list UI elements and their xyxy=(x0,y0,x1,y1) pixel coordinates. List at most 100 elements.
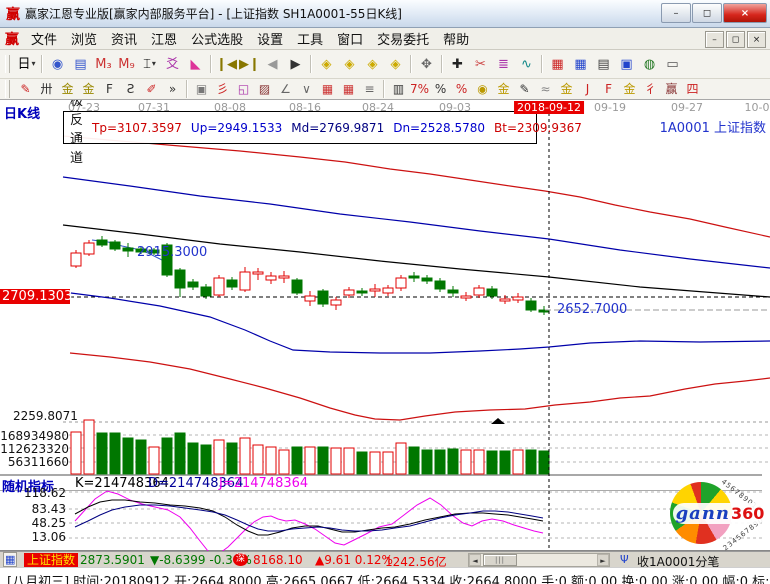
toolbar-grip[interactable] xyxy=(5,55,10,73)
last-page-icon[interactable]: ▶❙ xyxy=(238,54,261,74)
f-grid-icon[interactable]: F xyxy=(99,81,120,98)
scissors-icon[interactable]: ✂ xyxy=(469,54,492,74)
shenzhen-icon[interactable]: 深 xyxy=(233,553,248,566)
h-expand-icon[interactable]: ◈ xyxy=(361,54,384,74)
box-tool-icon[interactable]: ▣ xyxy=(191,81,212,98)
ribbon-icon[interactable]: ≣ xyxy=(492,54,515,74)
fan-lines-icon[interactable]: 彡 xyxy=(212,81,233,98)
axis-date-label: 09-27 xyxy=(671,101,703,114)
menu-item-1[interactable]: 浏览 xyxy=(64,28,104,49)
more-tools-chevron[interactable]: » xyxy=(162,81,183,98)
angle-lines-icon[interactable]: ∠ xyxy=(275,81,296,98)
color-chart-icon[interactable]: ◣ xyxy=(184,54,207,74)
gold-grid-icon[interactable]: 金 xyxy=(57,81,78,98)
status-bar: ▦ 上证指数 2873.5901 ▼-8.6399 -0.30% 深 8168.… xyxy=(0,551,770,567)
horizontal-scrollbar[interactable]: ◄ ||| ► xyxy=(468,553,610,567)
quote-table-icon[interactable]: ▦ xyxy=(3,552,17,567)
first-page-icon[interactable]: ❙◀ xyxy=(215,54,238,74)
zoom-out-icon[interactable]: ◈ xyxy=(315,54,338,74)
sz-index-change: ▲9.61 0.12% xyxy=(315,553,393,567)
measure-icon[interactable]: ▥ xyxy=(388,81,409,98)
print-icon[interactable]: ▭ xyxy=(661,54,684,74)
f-angle-icon[interactable]: F xyxy=(598,81,619,98)
grid-tool-icon[interactable]: 卅 xyxy=(36,81,57,98)
sh-index-price: 2873.5901 xyxy=(80,553,145,567)
window-minimize-button[interactable]: – xyxy=(661,3,691,23)
info-list-icon[interactable]: ▤ xyxy=(69,54,92,74)
calendar-icon[interactable]: ▦ xyxy=(546,54,569,74)
hand-tool-icon[interactable]: ✥ xyxy=(415,54,438,74)
gann360-logo: 456789012 234567890 gann360 xyxy=(670,482,768,546)
brush-icon[interactable]: ✎ xyxy=(15,81,36,98)
menu-item-5[interactable]: 设置 xyxy=(250,28,290,49)
scroll-thumb[interactable]: ||| xyxy=(483,554,517,566)
crosshair-tool-icon[interactable]: ✚ xyxy=(446,54,469,74)
window-restore-button[interactable]: ◻ xyxy=(692,3,722,23)
brush-ruler-icon[interactable]: ✐ xyxy=(141,81,162,98)
mdi-minimize-button[interactable]: – xyxy=(705,31,724,48)
full-expand-icon[interactable]: ◈ xyxy=(384,54,407,74)
gold-circle-icon[interactable]: ◉ xyxy=(472,81,493,98)
zoom-in-icon[interactable]: ◈ xyxy=(338,54,361,74)
gold-lines-icon[interactable]: 金 xyxy=(493,81,514,98)
curve-icon[interactable]: ∿ xyxy=(515,54,538,74)
index-badge[interactable]: 上证指数 xyxy=(24,553,78,567)
grid-arrow-icon[interactable]: ▦ xyxy=(338,81,359,98)
menu-item-0[interactable]: 文件 xyxy=(24,28,64,49)
indicator-style-icon[interactable]: 爻 xyxy=(161,54,184,74)
pen-2-icon[interactable]: ✎ xyxy=(514,81,535,98)
menu-item-9[interactable]: 帮助 xyxy=(436,28,476,49)
axis-date-label: 09-19 xyxy=(594,101,626,114)
mdi-restore-button[interactable]: ◻ xyxy=(726,31,745,48)
calculator-icon[interactable]: ▦ xyxy=(569,54,592,74)
percent-lines-icon[interactable]: % xyxy=(451,81,472,98)
menu-item-3[interactable]: 江恩 xyxy=(144,28,184,49)
scroll-left-arrow[interactable]: ◄ xyxy=(469,554,481,566)
kdj-scale-4: 13.06 xyxy=(32,530,66,544)
scroll-right-arrow[interactable]: ► xyxy=(597,554,609,566)
window-close-button[interactable]: × xyxy=(723,3,767,23)
menu-item-8[interactable]: 交易委托 xyxy=(370,28,436,49)
red-grid-icon[interactable]: ▦ xyxy=(317,81,338,98)
wave-icon[interactable]: ≈ xyxy=(535,81,556,98)
web-icon[interactable]: ◍ xyxy=(638,54,661,74)
walk-angle-icon[interactable]: 彳 xyxy=(640,81,661,98)
menu-item-4[interactable]: 公式选股 xyxy=(184,28,250,49)
antenna-icon: Ψ xyxy=(620,553,629,566)
logo-gann-text: gann xyxy=(676,503,730,524)
v-lines-icon[interactable]: ∨ xyxy=(296,81,317,98)
sz-index-price: 8168.10 xyxy=(253,553,303,567)
candle-style-icon[interactable]: ⌶▾ xyxy=(138,54,161,74)
gold-grid-2-icon[interactable]: 金 xyxy=(78,81,99,98)
percent-7-icon[interactable]: 7% xyxy=(409,81,430,98)
menu-item-2[interactable]: 资讯 xyxy=(104,28,144,49)
spiral-icon[interactable]: Ƨ xyxy=(120,81,141,98)
kline-3-icon[interactable]: M₃ xyxy=(92,54,115,74)
toolbar-grip[interactable] xyxy=(5,80,10,98)
toolbar-separator xyxy=(310,55,312,73)
period-day-button[interactable]: 日▾ xyxy=(15,54,38,74)
fan-box-icon[interactable]: ◱ xyxy=(233,81,254,98)
network-icon[interactable]: ◉ xyxy=(46,54,69,74)
kline-9-icon[interactable]: M₉ xyxy=(115,54,138,74)
gold-angle-icon[interactable]: 金 xyxy=(619,81,640,98)
channel-tp-value: Tp=3107.3597 xyxy=(92,121,182,135)
percent-icon[interactable]: % xyxy=(430,81,451,98)
prev-icon[interactable]: ◀ xyxy=(261,54,284,74)
channel-dn-value: Dn=2528.5780 xyxy=(393,121,485,135)
hatch-box-icon[interactable]: ▨ xyxy=(254,81,275,98)
menu-item-7[interactable]: 窗口 xyxy=(330,28,370,49)
j-angle-icon[interactable]: J xyxy=(577,81,598,98)
news-icon[interactable]: ▤ xyxy=(592,54,615,74)
menu-item-6[interactable]: 工具 xyxy=(290,28,330,49)
mdi-close-button[interactable]: × xyxy=(747,31,766,48)
main-toolbar: 日▾◉▤M₃M₉⌶▾爻◣❙◀▶❙◀▶◈◈◈◈✥✚✂≣∿▦▦▤▣◍▭ xyxy=(0,50,770,79)
next-icon[interactable]: ▶ xyxy=(284,54,307,74)
four-angle-icon[interactable]: 四 xyxy=(682,81,703,98)
slant-lines-icon[interactable]: ≡ xyxy=(359,81,380,98)
toolbar-separator xyxy=(41,55,43,73)
save-icon[interactable]: ▣ xyxy=(615,54,638,74)
gold-2-icon[interactable]: 金 xyxy=(556,81,577,98)
chart-area[interactable]: 极反通道 Tp=3107.3597 Up=2949.1533 Md=2769.9… xyxy=(0,100,770,551)
win-angle-icon[interactable]: 赢 xyxy=(661,81,682,98)
